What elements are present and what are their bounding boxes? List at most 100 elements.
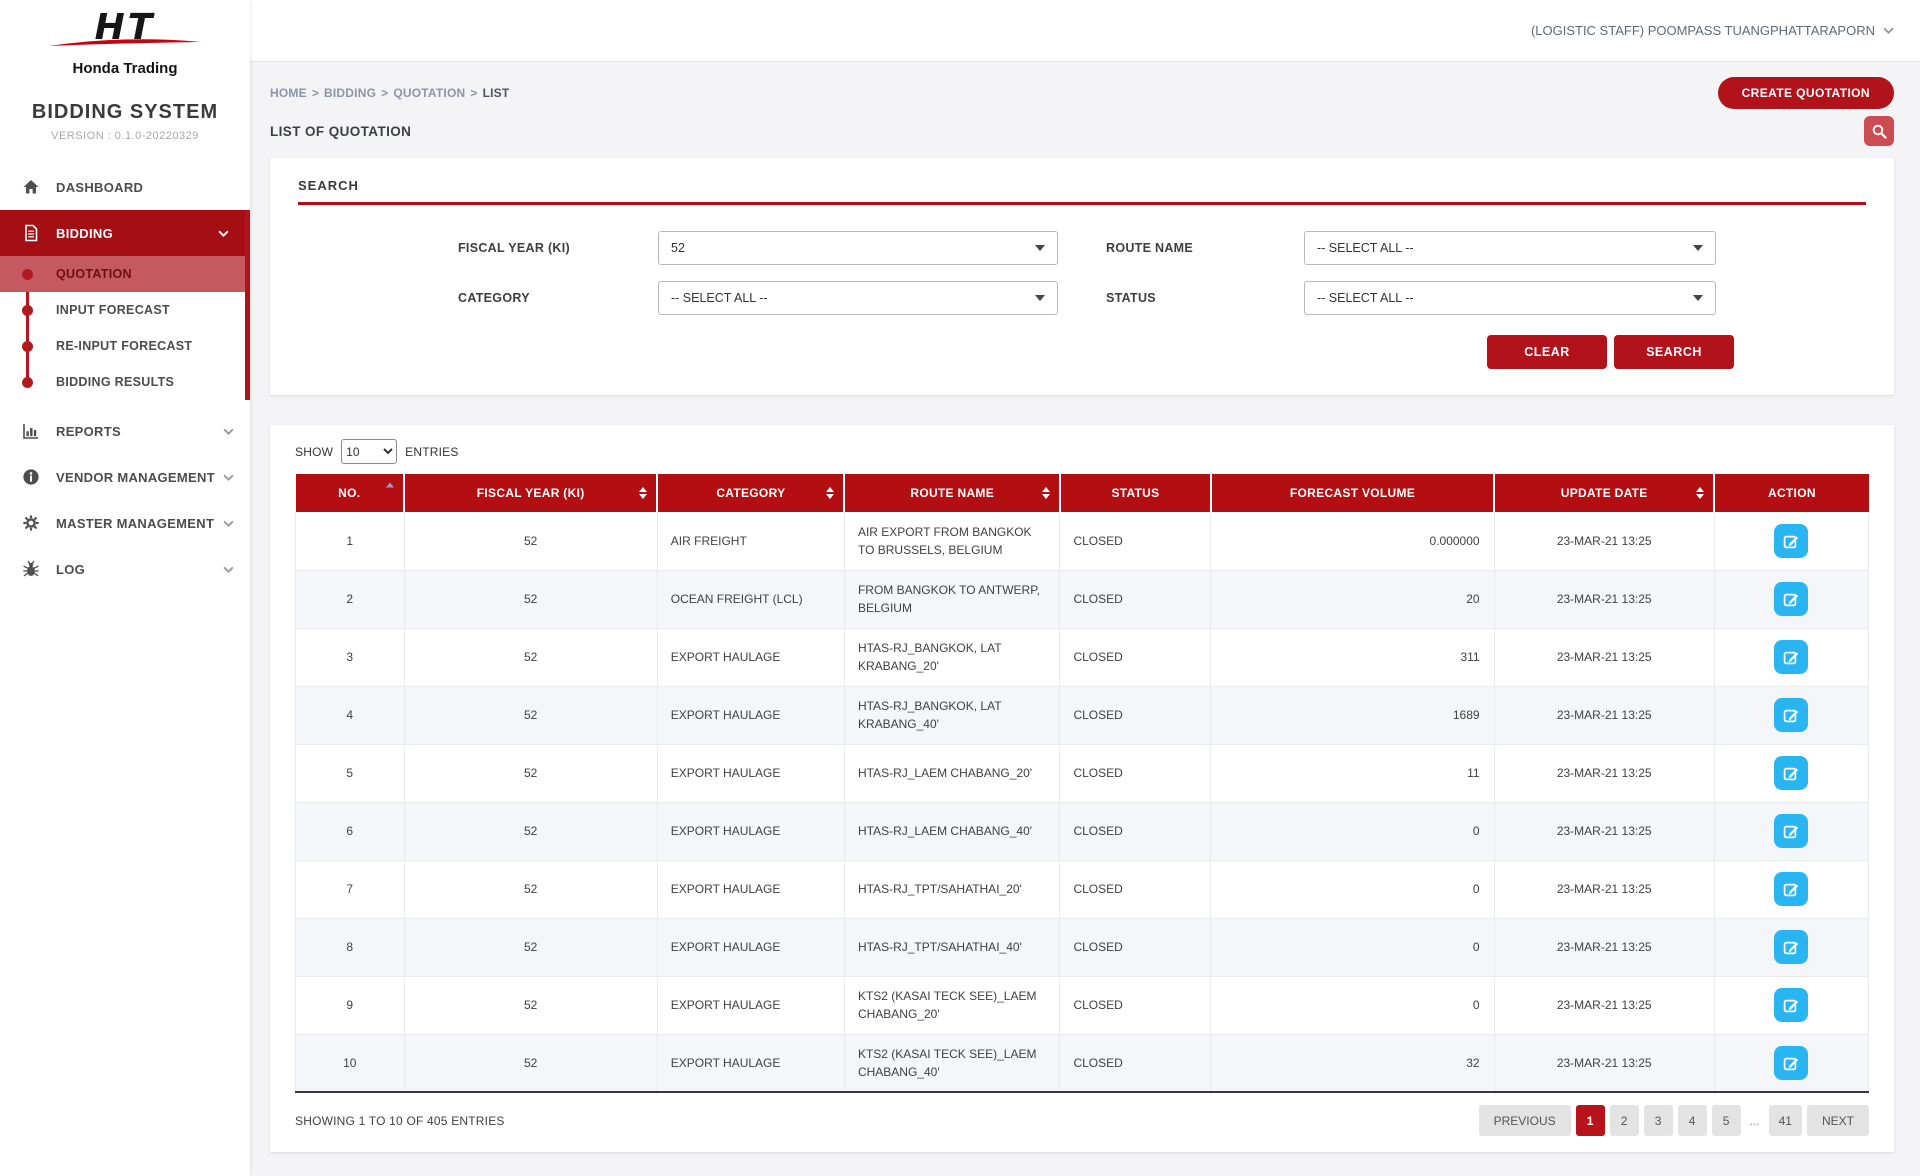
edit-button[interactable] — [1774, 814, 1808, 848]
category-value: -- SELECT ALL -- — [671, 291, 768, 305]
page-button-1[interactable]: 1 — [1576, 1105, 1605, 1136]
status-select[interactable]: -- SELECT ALL -- — [1304, 281, 1716, 315]
col-header-no[interactable]: NO. — [296, 474, 405, 512]
fiscal-year-value: 52 — [671, 241, 685, 255]
quotation-table-panel: SHOW 10 ENTRIES NO. FISCAL YEAR (KI) — [270, 425, 1894, 1152]
chevron-down-icon — [218, 230, 229, 237]
sidebar-item-bidding-results[interactable]: BIDDING RESULTS — [0, 364, 245, 400]
edit-pencil-icon — [1782, 938, 1800, 956]
breadcrumb: HOME>BIDDING>QUOTATION>LIST — [270, 86, 509, 100]
table-row: 9 52 EXPORT HAULAGE KTS2 (KASAI TECK SEE… — [296, 976, 1869, 1034]
breadcrumb-separator: > — [312, 86, 319, 100]
bullet-dot-icon — [22, 305, 33, 316]
edit-button[interactable] — [1774, 640, 1808, 674]
bar-chart-icon — [22, 422, 40, 440]
search-toggle-button[interactable] — [1864, 116, 1894, 146]
edit-pencil-icon — [1782, 822, 1800, 840]
sidebar-item-label: DASHBOARD — [56, 180, 143, 195]
edit-pencil-icon — [1782, 1054, 1800, 1072]
page-button-2[interactable]: 2 — [1610, 1105, 1639, 1136]
sidebar-item-reports[interactable]: REPORTS — [0, 408, 250, 454]
user-chevron-down-icon[interactable] — [1883, 27, 1894, 34]
bullet-dot-icon — [22, 377, 33, 388]
sidebar-subitem-label: BIDDING RESULTS — [56, 375, 174, 389]
search-button[interactable]: SEARCH — [1614, 335, 1734, 369]
table-row: 7 52 EXPORT HAULAGE HTAS-RJ_TPT/SAHATHAI… — [296, 860, 1869, 918]
edit-button[interactable] — [1774, 756, 1808, 790]
bidding-submenu: QUOTATION INPUT FORECAST RE-INPUT FORECA… — [0, 256, 245, 400]
pagination-ellipsis: ... — [1750, 1114, 1760, 1128]
sidebar-item-vendor-management[interactable]: VENDOR MANAGEMENT — [0, 454, 250, 500]
quotation-table: NO. FISCAL YEAR (KI) CATEGORY ROUTE NAME… — [295, 474, 1869, 1093]
breadcrumb-quotation[interactable]: QUOTATION — [393, 86, 465, 100]
sidebar-item-re-input-forecast[interactable]: RE-INPUT FORECAST — [0, 328, 245, 364]
sort-icon — [1696, 487, 1704, 499]
sidebar-nav: DASHBOARD BIDDING QUOTATION — [0, 164, 250, 592]
breadcrumb-separator: > — [381, 86, 388, 100]
showing-entries-text: SHOWING 1 TO 10 OF 405 ENTRIES — [295, 1114, 505, 1128]
sort-icon — [826, 487, 834, 499]
chevron-down-icon — [223, 428, 234, 435]
breadcrumb-home[interactable]: HOME — [270, 86, 307, 100]
table-row: 10 52 EXPORT HAULAGE KTS2 (KASAI TECK SE… — [296, 1034, 1869, 1092]
sidebar-item-input-forecast[interactable]: INPUT FORECAST — [0, 292, 245, 328]
route-name-value: -- SELECT ALL -- — [1317, 241, 1414, 255]
page-button-3[interactable]: 3 — [1644, 1105, 1673, 1136]
edit-button[interactable] — [1774, 930, 1808, 964]
bullet-dot-icon — [22, 341, 33, 352]
topbar: (LOGISTIC STAFF) POOMPASS TUANGPHATTARAP… — [250, 0, 1920, 62]
table-row: 5 52 EXPORT HAULAGE HTAS-RJ_LAEM CHABANG… — [296, 744, 1869, 802]
edit-button[interactable] — [1774, 698, 1808, 732]
pagination-pages: 12345 — [1576, 1105, 1741, 1136]
col-header-fiscal-year[interactable]: FISCAL YEAR (KI) — [404, 474, 657, 512]
route-name-label: ROUTE NAME — [1106, 241, 1304, 255]
next-page-button[interactable]: NEXT — [1807, 1105, 1869, 1136]
sidebar-item-quotation[interactable]: QUOTATION — [0, 256, 245, 292]
clear-button[interactable]: CLEAR — [1487, 335, 1607, 369]
sort-icon — [639, 487, 647, 499]
edit-button[interactable] — [1774, 582, 1808, 616]
page-size-select[interactable]: 10 — [341, 439, 397, 464]
file-icon — [22, 224, 40, 242]
ht-logo-icon: HT — [35, 8, 215, 54]
col-header-forecast-volume: FORECAST VOLUME — [1211, 474, 1494, 512]
edit-pencil-icon — [1782, 996, 1800, 1014]
sidebar-item-label: BIDDING — [56, 226, 113, 241]
previous-page-button[interactable]: PREVIOUS — [1479, 1105, 1571, 1136]
app-version: VERSION : 0.1.0-20220329 — [0, 130, 250, 142]
info-icon — [22, 468, 40, 486]
edit-pencil-icon — [1782, 880, 1800, 898]
sidebar-item-log[interactable]: LOG — [0, 546, 250, 592]
category-select[interactable]: -- SELECT ALL -- — [658, 281, 1058, 315]
chevron-down-icon — [223, 520, 234, 527]
col-header-category[interactable]: CATEGORY — [657, 474, 844, 512]
edit-pencil-icon — [1782, 648, 1800, 666]
sidebar-item-dashboard[interactable]: DASHBOARD — [0, 164, 250, 210]
edit-button[interactable] — [1774, 872, 1808, 906]
page-button-5[interactable]: 5 — [1712, 1105, 1741, 1136]
edit-button[interactable] — [1774, 1046, 1808, 1080]
user-menu[interactable]: (LOGISTIC STAFF) POOMPASS TUANGPHATTARAP… — [1531, 23, 1875, 38]
fiscal-year-select[interactable]: 52 — [658, 231, 1058, 265]
page-button-4[interactable]: 4 — [1678, 1105, 1707, 1136]
route-name-select[interactable]: -- SELECT ALL -- — [1304, 231, 1716, 265]
sidebar-item-master-management[interactable]: MASTER MANAGEMENT — [0, 500, 250, 546]
col-header-action: ACTION — [1714, 474, 1868, 512]
page-title: LIST OF QUOTATION — [270, 124, 411, 139]
content: HOME>BIDDING>QUOTATION>LIST CREATE QUOTA… — [250, 62, 1920, 1176]
col-header-update-date[interactable]: UPDATE DATE — [1494, 474, 1714, 512]
bidding-group: BIDDING QUOTATION INPUT FORECAST RE-INPU — [0, 210, 250, 400]
last-page-button[interactable]: 41 — [1769, 1105, 1802, 1136]
edit-pencil-icon — [1782, 590, 1800, 608]
show-label: SHOW — [295, 445, 333, 459]
home-icon — [22, 178, 40, 196]
breadcrumb-bidding[interactable]: BIDDING — [324, 86, 376, 100]
edit-button[interactable] — [1774, 988, 1808, 1022]
edit-button[interactable] — [1774, 524, 1808, 558]
sidebar-item-bidding[interactable]: BIDDING — [0, 210, 245, 256]
col-header-route-name[interactable]: ROUTE NAME — [844, 474, 1060, 512]
sidebar-item-label: VENDOR MANAGEMENT — [56, 470, 215, 485]
chevron-down-icon — [223, 566, 234, 573]
fiscal-year-label: FISCAL YEAR (KI) — [458, 241, 658, 255]
create-quotation-button[interactable]: CREATE QUOTATION — [1718, 77, 1894, 109]
